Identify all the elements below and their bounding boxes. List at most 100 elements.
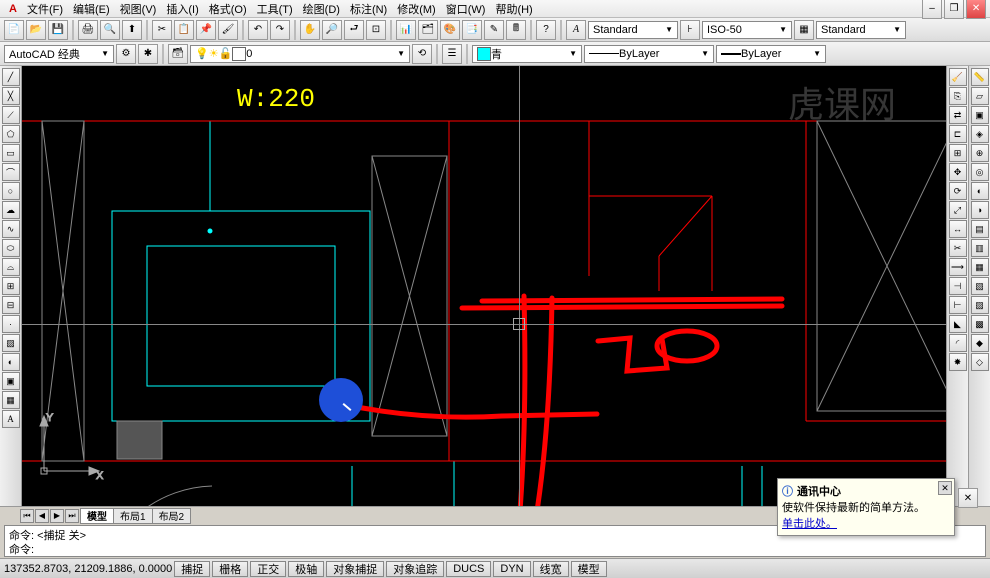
- menu-tools[interactable]: 工具(T): [252, 1, 298, 17]
- layer-prev-button[interactable]: ⟲: [412, 44, 432, 64]
- help-button[interactable]: ?: [536, 20, 556, 40]
- dimstyle-combo[interactable]: ISO-50▼: [702, 21, 792, 39]
- color-combo[interactable]: 青▼: [472, 45, 582, 63]
- ws-gear-button[interactable]: ✱: [138, 44, 158, 64]
- snap-toggle[interactable]: 捕捉: [174, 561, 210, 577]
- menu-file[interactable]: 文件(F): [22, 1, 68, 17]
- tool-b13[interactable]: ▨: [971, 296, 989, 314]
- spline-tool[interactable]: ∿: [2, 220, 20, 238]
- layer-combo[interactable]: 💡 ☀ 🔓 0▼: [190, 45, 410, 63]
- ws-settings-button[interactable]: ⚙: [116, 44, 136, 64]
- tool-b4[interactable]: ◈: [971, 125, 989, 143]
- tab-layout1[interactable]: 布局1: [113, 508, 153, 524]
- tool-b9[interactable]: ▤: [971, 220, 989, 238]
- copy-tool[interactable]: ⎘: [949, 87, 967, 105]
- drawing-canvas[interactable]: W:220 Y X 虎课网: [22, 66, 946, 506]
- tool-b11[interactable]: ▦: [971, 258, 989, 276]
- match-button[interactable]: 🖌: [218, 20, 238, 40]
- menu-modify[interactable]: 修改(M): [392, 1, 441, 17]
- rectangle-tool[interactable]: ▭: [2, 144, 20, 162]
- pan-button[interactable]: ✋: [300, 20, 320, 40]
- ortho-toggle[interactable]: 正交: [250, 561, 286, 577]
- window-minimize-button[interactable]: –: [922, 0, 942, 19]
- menu-view[interactable]: 视图(V): [115, 1, 162, 17]
- extend-tool[interactable]: ⟶: [949, 258, 967, 276]
- region-tool[interactable]: ▣: [2, 372, 20, 390]
- tool-b15[interactable]: ◆: [971, 334, 989, 352]
- array-tool[interactable]: ⊞: [949, 144, 967, 162]
- menu-insert[interactable]: 插入(I): [161, 1, 203, 17]
- rotate-tool[interactable]: ⟳: [949, 182, 967, 200]
- polar-toggle[interactable]: 极轴: [288, 561, 324, 577]
- chamfer-tool[interactable]: ◣: [949, 315, 967, 333]
- tab-prev-button[interactable]: ◀: [35, 509, 49, 523]
- point-tool[interactable]: ·: [2, 315, 20, 333]
- tablestyle-combo[interactable]: Standard▼: [816, 21, 906, 39]
- tool-b3[interactable]: ▣: [971, 106, 989, 124]
- save-button[interactable]: 💾: [48, 20, 68, 40]
- mtext-tool[interactable]: A: [2, 410, 20, 428]
- break-tool[interactable]: ⊣: [949, 277, 967, 295]
- tool-b7[interactable]: ◐: [971, 182, 989, 200]
- toolpalette-button[interactable]: 🎨: [440, 20, 460, 40]
- table-tool[interactable]: ▦: [2, 391, 20, 409]
- menu-window[interactable]: 窗口(W): [441, 1, 491, 17]
- zoom-window-button[interactable]: ⊡: [366, 20, 386, 40]
- tool-b16[interactable]: ◇: [971, 353, 989, 371]
- revcloud-tool[interactable]: ☁: [2, 201, 20, 219]
- erase-tool[interactable]: 🧹: [949, 68, 967, 86]
- ellipse-arc-tool[interactable]: ⌓: [2, 258, 20, 276]
- polygon-tool[interactable]: ⬠: [2, 125, 20, 143]
- tool-b12[interactable]: ▧: [971, 277, 989, 295]
- tab-first-button[interactable]: ⏮: [20, 509, 34, 523]
- sheetset-button[interactable]: 📑: [462, 20, 482, 40]
- print-button[interactable]: 🖨: [78, 20, 98, 40]
- layer-state-button[interactable]: ☰: [442, 44, 462, 64]
- circle-tool[interactable]: ○: [2, 182, 20, 200]
- tool-b14[interactable]: ▩: [971, 315, 989, 333]
- tab-layout2[interactable]: 布局2: [152, 508, 192, 524]
- dim-tool-icon[interactable]: ⊦: [680, 20, 700, 40]
- tool-b5[interactable]: ⊕: [971, 144, 989, 162]
- gradient-tool[interactable]: ◐: [2, 353, 20, 371]
- dyn-toggle[interactable]: DYN: [493, 561, 530, 577]
- text-tool-icon[interactable]: A: [566, 20, 586, 40]
- workspace-combo[interactable]: AutoCAD 经典▼: [4, 45, 114, 63]
- hatch-tool[interactable]: ▨: [2, 334, 20, 352]
- zoom-button[interactable]: 🔎: [322, 20, 342, 40]
- tab-model[interactable]: 模型: [80, 508, 114, 524]
- window-maximize-button[interactable]: ❐: [944, 0, 964, 19]
- notification-dismiss-button[interactable]: ✕: [958, 488, 978, 508]
- block-tool[interactable]: ⊞: [2, 277, 20, 295]
- window-close-button[interactable]: ✕: [966, 0, 986, 19]
- grid-toggle[interactable]: 栅格: [212, 561, 248, 577]
- makeblock-tool[interactable]: ⊟: [2, 296, 20, 314]
- textstyle-combo[interactable]: Standard▼: [588, 21, 678, 39]
- offset-tool[interactable]: ⊏: [949, 125, 967, 143]
- paste-button[interactable]: 📌: [196, 20, 216, 40]
- undo-button[interactable]: ↶: [248, 20, 268, 40]
- menu-draw[interactable]: 绘图(D): [298, 1, 345, 17]
- layer-manager-button[interactable]: 🗃: [168, 44, 188, 64]
- command-prompt[interactable]: 命令:: [9, 541, 981, 555]
- tool-b10[interactable]: ▥: [971, 239, 989, 257]
- zoom-prev-button[interactable]: ⮐: [344, 20, 364, 40]
- menu-dim[interactable]: 标注(N): [345, 1, 392, 17]
- copy-button[interactable]: 📋: [174, 20, 194, 40]
- table-tool-icon[interactable]: ▦: [794, 20, 814, 40]
- xline-tool[interactable]: ╳: [2, 87, 20, 105]
- tool-b8[interactable]: ◑: [971, 201, 989, 219]
- props-button[interactable]: 📊: [396, 20, 416, 40]
- move-tool[interactable]: ✥: [949, 163, 967, 181]
- tab-last-button[interactable]: ⏭: [65, 509, 79, 523]
- arc-tool[interactable]: ⌒: [2, 163, 20, 181]
- model-toggle[interactable]: 模型: [571, 561, 607, 577]
- area-tool[interactable]: ▱: [971, 87, 989, 105]
- ellipse-tool[interactable]: ⬭: [2, 239, 20, 257]
- pline-tool[interactable]: ⟋: [2, 106, 20, 124]
- fillet-tool[interactable]: ◜: [949, 334, 967, 352]
- redo-button[interactable]: ↷: [270, 20, 290, 40]
- trim-tool[interactable]: ✂: [949, 239, 967, 257]
- cut-button[interactable]: ✂: [152, 20, 172, 40]
- explode-tool[interactable]: ✸: [949, 353, 967, 371]
